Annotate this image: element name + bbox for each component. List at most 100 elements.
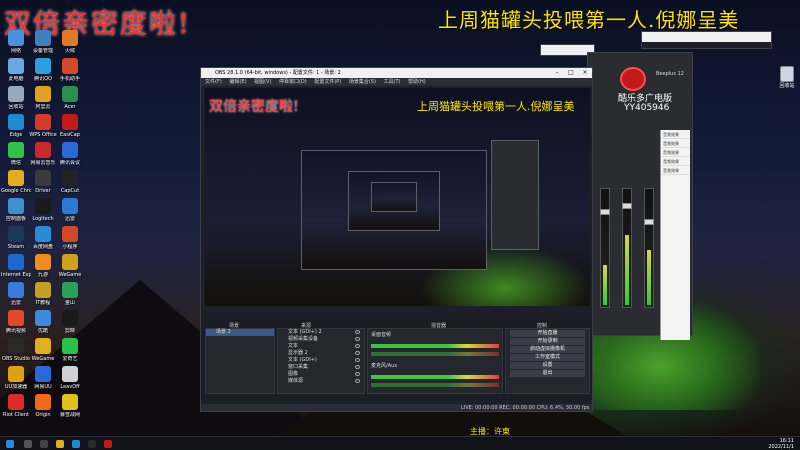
fader-2[interactable] [622,188,632,308]
menu-docks[interactable]: 停靠窗口(D) [279,79,307,85]
search-icon[interactable] [24,440,32,448]
fader-knob[interactable] [644,219,654,225]
desktop-icon-label: 网易UU [34,384,52,390]
menu-tools[interactable]: 工具(T) [384,79,401,85]
source-item[interactable]: 显示器 2 [278,350,364,357]
obs-taskbar-icon[interactable] [88,440,96,448]
desktop-icon[interactable]: Riot Client [1,394,31,432]
start-streaming-button[interactable]: 开始直播 [510,330,585,337]
app-icon [8,338,24,354]
chat-window[interactable] [641,31,772,49]
source-item[interactable]: 文本 (GDI+) [278,357,364,364]
virtual-camera-button[interactable]: 启动虚拟摄像机 [510,346,585,353]
menu-profile[interactable]: 配置文件(P) [314,79,341,85]
exit-button[interactable]: 退出 [510,370,585,377]
fader-1[interactable] [600,188,610,308]
source-item[interactable]: 文本 (GDI+) 2 [278,329,364,336]
desktop-icon[interactable]: Origin [28,394,58,432]
app-icon [35,282,51,298]
maximize-button[interactable]: □ [564,68,578,78]
desktop-icon-label: 迅雷 [10,300,21,306]
preview-overlay-left: 双倍亲密度啦! [209,99,299,115]
obs-window-title: OBS 28.1.0 (64-bit, windows) - 配置文件: 1 -… [215,70,341,76]
desktop-icon-label: 优酷 [37,328,48,334]
edge-icon[interactable] [72,440,80,448]
app-icon [8,86,24,102]
source-item[interactable]: 图像 [278,371,364,378]
app-icon [35,366,51,382]
side-panel-item[interactable]: 音频效果 [661,130,690,139]
minimize-button[interactable]: – [550,68,564,78]
side-panel-item[interactable]: 音频效果 [661,166,690,175]
desktop-icon-label: IT教程 [35,300,51,306]
obs-preview[interactable]: 双倍亲密度啦! 上周猫罐头投喂第一人.倪娜呈美 [205,88,590,306]
app-icon [8,170,24,186]
start-button-icon[interactable] [6,440,14,448]
file-explorer-icon[interactable] [56,440,64,448]
side-panel-item[interactable]: 音频效果 [661,157,690,166]
source-item[interactable]: 文本 [278,343,364,350]
desktop-icon[interactable]: 暴雪战网 [55,394,85,432]
menu-view[interactable]: 视图(V) [254,79,271,85]
app-icon [35,142,51,158]
eye-icon[interactable] [355,379,360,383]
app-icon [62,394,78,410]
obs-window[interactable]: OBS 28.1.0 (64-bit, windows) - 配置文件: 1 -… [200,67,593,412]
taskbar-clock[interactable]: 16:11 2022/11/1 [768,438,794,450]
app-icon [35,394,51,410]
app-icon [35,198,51,214]
desktop-icon-label: Riot Client [3,412,29,418]
desktop-icon-label: 回收站 [8,104,24,110]
eye-icon[interactable] [355,351,360,355]
eye-icon[interactable] [355,330,360,334]
fader-3[interactable] [644,188,654,308]
app-icon [35,86,51,102]
eye-icon[interactable] [355,372,360,376]
menu-file[interactable]: 文件(F) [205,79,222,85]
fader-knob[interactable] [622,203,632,209]
app-icon [62,366,78,382]
menu-scene-collection[interactable]: 场景集合(S) [349,79,376,85]
sources-panel: 文本 (GDI+) 2 视频采集设备 文本 显示器 2 文本 (GDI+) 窗口采集 图像媒… [277,328,365,394]
obs-menubar: 文件(F) 编辑(E) 视图(V) 停靠窗口(D) 配置文件(P) 场景集合(S… [201,78,592,86]
menu-edit[interactable]: 编辑(E) [229,79,246,85]
sound-card-taskbar-icon[interactable] [104,440,112,448]
fader-knob[interactable] [600,209,610,215]
recycle-bin-icon[interactable]: 回收站 [774,66,800,89]
side-panel-item[interactable]: 音频效果 [661,148,690,157]
eye-icon[interactable] [355,365,360,369]
app-icon [35,58,51,74]
scene-item[interactable]: 场景 2 [206,329,274,336]
studio-mode-button[interactable]: 工作室模式 [510,354,585,361]
settings-button[interactable]: 设置 [510,362,585,369]
app-icon [8,142,24,158]
source-item[interactable]: 窗口采集 [278,364,364,371]
app-icon [35,170,51,186]
close-button[interactable]: × [578,68,592,78]
side-panel-item[interactable]: 音频效果 [661,139,690,148]
eye-icon[interactable] [355,344,360,348]
chat-window-titlebar[interactable] [642,32,771,42]
desktop-icon-label: 阿里云 [35,104,51,110]
source-item[interactable]: 视频采集设备 [278,336,364,343]
nested-preview [371,182,417,212]
desktop-icon-label: 小程序 [62,244,78,250]
start-recording-button[interactable]: 开始录制 [510,338,585,345]
sound-card-logo [620,67,646,91]
app-icon [35,226,51,242]
obs-titlebar[interactable]: OBS 28.1.0 (64-bit, windows) - 配置文件: 1 -… [201,68,592,78]
desktop-icon-label: Edge [9,132,23,138]
source-item[interactable]: 媒体源 [278,378,364,385]
eye-icon[interactable] [355,337,360,341]
app-icon [62,142,78,158]
eye-icon[interactable] [355,358,360,362]
task-view-icon[interactable] [40,440,48,448]
app-icon [62,226,78,242]
obs-statusbar: LIVE: 00:00:00 REC: 00:00:00 CPU: 6.4%, … [201,404,592,411]
desktop-icon-label: 腾讯视频 [5,328,26,334]
app-icon [62,58,78,74]
source-label: 图像 [288,371,299,377]
sound-card-version: Beeplus 12 [656,71,684,77]
app-icon [35,310,51,326]
menu-help[interactable]: 帮助(H) [408,79,426,85]
